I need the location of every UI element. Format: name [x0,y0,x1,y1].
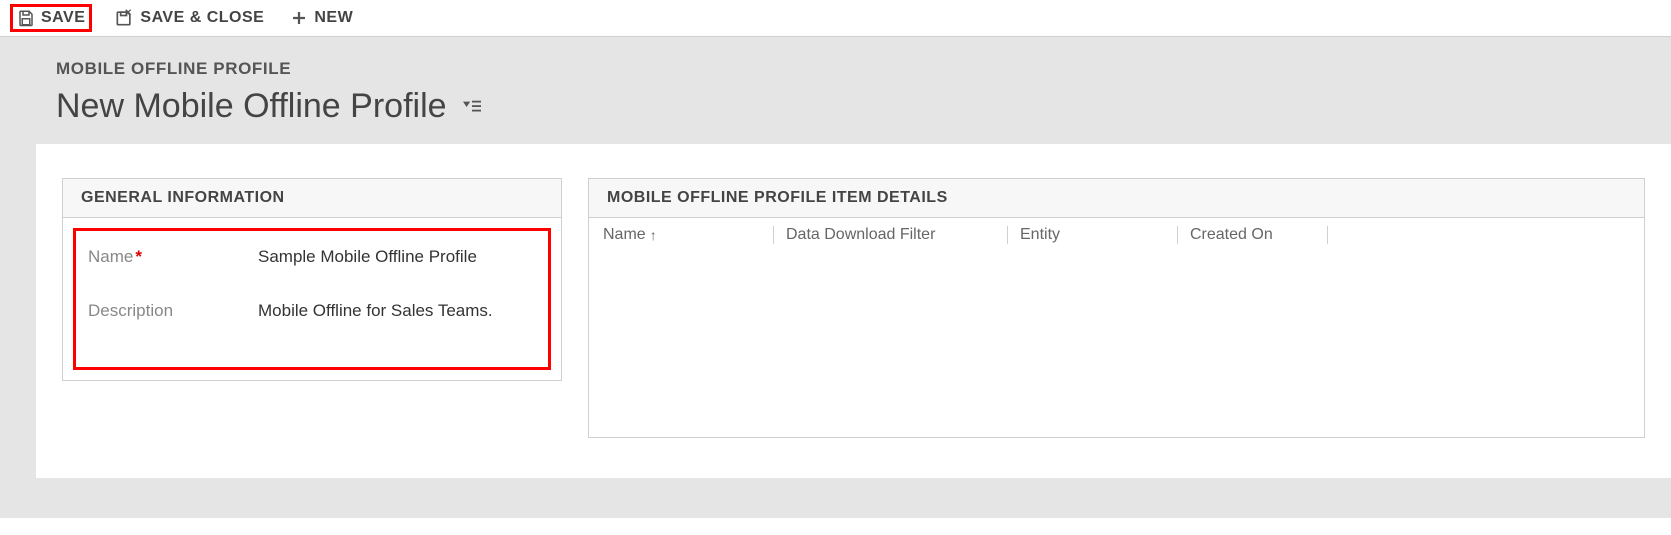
description-label: Description [88,301,258,321]
name-label-text: Name [88,247,133,266]
column-header-created-label: Created On [1190,226,1273,244]
content-shell: GENERAL INFORMATION Name* Sample Mobile … [0,144,1671,518]
description-field-row: Description Mobile Offline for Sales Tea… [88,301,536,321]
name-field-row: Name* Sample Mobile Offline Profile [88,247,536,267]
page-title: New Mobile Offline Profile [56,87,447,126]
save-close-icon [114,8,134,28]
plus-icon [290,9,308,27]
column-header-entity[interactable]: Entity [1007,226,1177,244]
save-button[interactable]: SAVE [10,4,92,32]
column-header-extra[interactable] [1327,226,1630,244]
column-header-entity-label: Entity [1020,226,1060,244]
column-header-name-label: Name [603,226,646,244]
new-button[interactable]: NEW [286,7,357,29]
breadcrumb: MOBILE OFFLINE PROFILE [56,59,1671,79]
item-details-header: MOBILE OFFLINE PROFILE ITEM DETAILS [589,179,1644,218]
column-header-filter[interactable]: Data Download Filter [773,226,1007,244]
sort-asc-icon: ↑ [650,227,657,243]
save-button-label: SAVE [41,9,85,27]
form-selector-icon[interactable] [461,98,483,116]
command-bar: SAVE SAVE & CLOSE NEW [0,0,1671,37]
column-header-created[interactable]: Created On [1177,226,1327,244]
column-header-name[interactable]: Name ↑ [603,226,773,244]
description-field[interactable]: Mobile Offline for Sales Teams. [258,301,536,321]
general-information-panel: GENERAL INFORMATION Name* Sample Mobile … [62,178,562,381]
new-button-label: NEW [314,9,353,27]
required-asterisk-icon: * [135,247,142,266]
general-information-header: GENERAL INFORMATION [63,179,561,218]
save-close-button[interactable]: SAVE & CLOSE [110,6,268,30]
details-columns-row: Name ↑ Data Download Filter Entity Creat… [589,218,1644,254]
save-icon [17,9,35,27]
content-area: GENERAL INFORMATION Name* Sample Mobile … [36,144,1671,478]
column-header-filter-label: Data Download Filter [786,226,935,244]
form-header: MOBILE OFFLINE PROFILE New Mobile Offlin… [0,37,1671,144]
item-details-panel: MOBILE OFFLINE PROFILE ITEM DETAILS Name… [588,178,1645,438]
name-label: Name* [88,247,258,267]
highlighted-fields-area: Name* Sample Mobile Offline Profile Desc… [73,228,551,370]
name-field[interactable]: Sample Mobile Offline Profile [258,247,536,267]
save-close-button-label: SAVE & CLOSE [140,9,264,27]
